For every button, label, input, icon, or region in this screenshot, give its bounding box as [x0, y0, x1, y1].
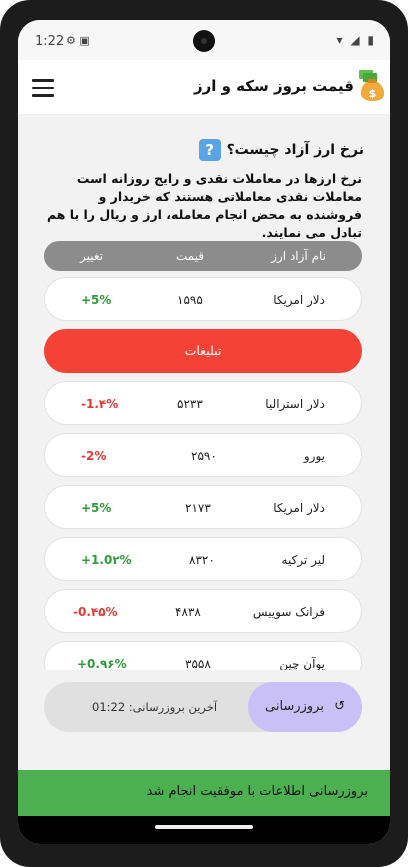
currency-change: +0.۹۶%	[77, 657, 127, 670]
refresh-icon: ↺	[334, 699, 345, 714]
currency-change: +5%	[81, 501, 112, 515]
currency-change: +1.0۲%	[81, 553, 132, 567]
question-icon: ?	[198, 139, 221, 161]
currency-change: -0.۴۵%	[73, 605, 118, 619]
navigation-bar	[18, 816, 390, 844]
success-snackbar: بروزرسانی اطلاعات با موفقیت انجام شد	[18, 770, 390, 816]
table-header: نام آزاد ارز قیمت تغییر	[44, 241, 362, 271]
table-row[interactable]: فرانک سوییس ۴۸۳۸ -0.۴۵%	[44, 589, 362, 633]
table-row[interactable]: دلار امریکا ۲۱۷۳ +5%	[44, 485, 362, 529]
info-question: نرخ ارز آزاد چیست؟	[226, 142, 364, 158]
camera-icon	[193, 30, 215, 52]
currency-name: دلار امریکا	[273, 293, 325, 307]
header-change: تغییر	[80, 249, 103, 263]
currency-price: ۳۵۵۸	[185, 657, 211, 670]
currency-name: دلار استرالیا	[265, 397, 325, 411]
rates-list[interactable]: دلار امریکا ۱۵۹۵ +5% تبلیغات دلار استرال…	[18, 275, 390, 670]
table-row[interactable]: دلار استرالیا ۵۲۳۳ -1.۴%	[44, 381, 362, 425]
info-heading: نرخ ارز آزاد چیست؟ ?	[198, 139, 364, 161]
status-bar: 1:22 ⚙ ▣ ▾ ◢ ▮	[18, 20, 390, 60]
table-row[interactable]: یورو ۲۵۹۰ -2%	[44, 433, 362, 477]
currency-name: فرانک سوییس	[252, 605, 325, 619]
currency-price: ۱۵۹۵	[177, 293, 203, 307]
refresh-label: بروزرسانی	[265, 699, 324, 714]
ad-banner[interactable]: تبلیغات	[44, 329, 362, 373]
table-row[interactable]: لیر ترکیه ۸۳۲۰ +1.0۲%	[44, 537, 362, 581]
table-row[interactable]: یوآن چین ۳۵۵۸ +0.۹۶%	[44, 641, 362, 670]
table-row[interactable]: دلار امریکا ۱۵۹۵ +5%	[44, 277, 362, 321]
header-price: قیمت	[176, 249, 205, 263]
app-bar: قیمت بروز سکه و ارز $	[18, 60, 390, 115]
currency-change: -2%	[81, 449, 107, 463]
screen: 1:22 ⚙ ▣ ▾ ◢ ▮ قیمت بروز سکه و ارز $ نرخ…	[18, 20, 390, 844]
currency-price: ۵۲۳۳	[177, 397, 203, 411]
currency-price: ۸۳۲۰	[189, 553, 215, 567]
currency-name: یوآن چین	[279, 657, 325, 670]
money-bag-icon: $	[359, 70, 385, 101]
currency-name: لیر ترکیه	[281, 553, 325, 567]
refresh-button[interactable]: بروزرسانی ↺	[248, 682, 362, 732]
currency-price: ۲۵۹۰	[191, 449, 217, 463]
info-description: نرخ ارزها در معاملات نقدی و رایج روزانه …	[46, 171, 362, 240]
svg-text:$: $	[369, 87, 377, 100]
status-time: 1:22	[35, 34, 65, 49]
currency-change: -1.۴%	[81, 397, 119, 411]
currency-name: یورو	[303, 449, 325, 463]
main-content: نرخ ارز آزاد چیست؟ ? نرخ ارزها در معاملا…	[18, 115, 390, 770]
phone-frame: 1:22 ⚙ ▣ ▾ ◢ ▮ قیمت بروز سکه و ارز $ نرخ…	[0, 0, 408, 867]
status-right-icons: ▾ ◢ ▮	[336, 33, 376, 47]
currency-price: ۴۸۳۸	[175, 605, 201, 619]
app-title: قیمت بروز سکه و ارز	[194, 77, 354, 95]
header-name: نام آزاد ارز	[271, 249, 326, 263]
update-card: آخرین بروزرسانی: 01:22 بروزرسانی ↺	[44, 682, 362, 732]
home-indicator[interactable]	[155, 825, 253, 829]
menu-icon[interactable]	[32, 79, 54, 97]
currency-price: ۲۱۷۳	[185, 501, 211, 515]
last-update-text: آخرین بروزرسانی: 01:22	[92, 700, 218, 714]
currency-change: +5%	[81, 293, 112, 307]
currency-name: دلار امریکا	[273, 501, 325, 515]
status-icons: ⚙ ▣	[66, 34, 90, 47]
